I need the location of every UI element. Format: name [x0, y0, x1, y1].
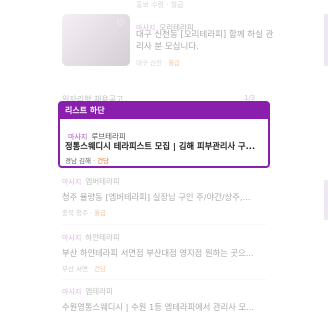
- job-card-top[interactable]: 홍보 수령 · 월급 ♡ 마사지 오리테라피 대구 신천동 [오리테라피] 함께 …: [0, 0, 328, 95]
- job-title[interactable]: 청주 율량동 [엠버테라피] 실장님 구인 주/야간/상주,...: [62, 191, 267, 203]
- job-location: 대구 신천: [136, 59, 162, 67]
- shop-name: 하얀테라피: [85, 233, 120, 242]
- heart-icon[interactable]: ♡: [116, 18, 125, 29]
- job-location: 충북 청주: [62, 209, 88, 217]
- shop-name: 엠버테라피: [85, 177, 120, 186]
- side-peek-bar: [324, 180, 328, 220]
- shop-name: 엠테라피: [85, 287, 113, 296]
- top-meta: 홍보 수령 · 월급: [136, 1, 184, 9]
- list-bottom-ad-card[interactable]: 리스트 하단 마사지 루브테라피 정통스웨디시 테라피스트 모집 | 김해 피부관…: [58, 101, 270, 168]
- category-tag: 마사지: [62, 234, 82, 242]
- list-item[interactable]: 마사지 엠버테라피 청주 율량동 [엠버테라피] 실장님 구인 주/야간/상주,.…: [62, 176, 322, 217]
- divider: [62, 279, 266, 280]
- pay-type: 월급: [168, 59, 181, 67]
- pay-type: 월급: [94, 209, 107, 217]
- pay-type: 건당: [97, 157, 110, 165]
- list-item[interactable]: 마사지 하얀테라피 부산 하얀테라피 서면점 부산대점 영지점 원하는 곳으...…: [62, 232, 322, 273]
- list-item[interactable]: 마사지 엠테라피 수원영통스웨디시 | 수원 1등 엠테라피에서 관리사 모...: [62, 286, 322, 313]
- job-location: 경남 김해: [65, 157, 91, 165]
- job-title[interactable]: 부산 하얀테라피 서면점 부산대점 영지점 원하는 곳으...: [62, 247, 267, 259]
- job-title[interactable]: 정통스웨디시 테라피스트 모집 | 김해 피부관리사 구...: [65, 140, 265, 152]
- job-title[interactable]: 대구 신천동 [오리테라피] 함께 하실 관리사 분 모십니다.: [136, 29, 276, 53]
- overlay-header: 리스트 하단: [60, 103, 268, 119]
- category-tag: 마사지: [62, 178, 82, 186]
- job-title[interactable]: 수원영통스웨디시 | 수원 1등 엠테라피에서 관리사 모...: [62, 301, 267, 313]
- job-thumbnail: ♡: [62, 14, 130, 66]
- divider: [62, 224, 266, 225]
- pay-type: 건당: [94, 265, 107, 273]
- category-tag: 마사지: [62, 288, 82, 296]
- job-location: 부산 서면: [62, 265, 88, 273]
